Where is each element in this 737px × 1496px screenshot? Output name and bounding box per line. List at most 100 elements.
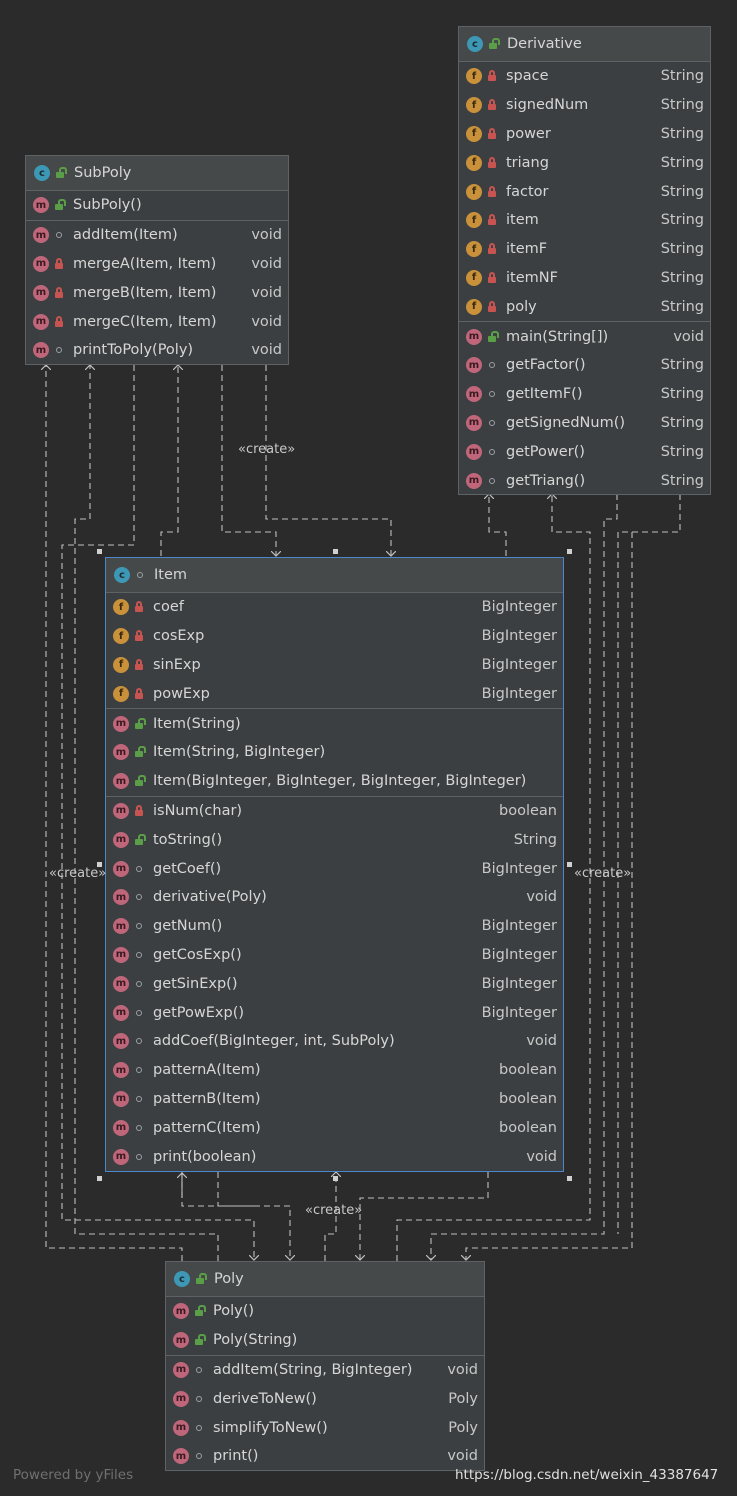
method-row[interactable]: m addCoef(BigInteger, int, SubPoly) void xyxy=(106,1027,563,1056)
method-row[interactable]: m derivative(Poly) void xyxy=(106,883,563,912)
field-row[interactable]: f powExp BigInteger xyxy=(106,679,563,708)
selection-handle[interactable] xyxy=(97,1176,102,1181)
field-row[interactable]: f coef BigInteger xyxy=(106,593,563,622)
field-icon: f xyxy=(466,269,482,286)
method-row[interactable]: m getSinExp() BigInteger xyxy=(106,969,563,998)
member-type: void xyxy=(526,1148,557,1165)
method-row[interactable]: m getCosExp() BigInteger xyxy=(106,941,563,970)
class-node-subpoly[interactable]: c SubPoly m SubPoly() m addItem(Item) void m m… xyxy=(25,155,289,365)
member-name: getCoef() xyxy=(153,860,222,877)
method-row[interactable]: m printToPoly(Poly) void xyxy=(26,336,288,365)
class-node-poly[interactable]: c Poly m Poly() m Poly(String) m addItem(Stri… xyxy=(165,1261,485,1471)
method-row[interactable]: m print() void xyxy=(166,1442,484,1471)
method-row[interactable]: m Item(String) xyxy=(106,709,563,738)
method-row[interactable]: m print(boolean) void xyxy=(106,1142,563,1171)
method-row[interactable]: m Item(String, BigInteger) xyxy=(106,738,563,767)
method-row[interactable]: m addItem(Item) void xyxy=(26,221,288,250)
method-row[interactable]: m SubPoly() xyxy=(26,191,288,220)
method-icon: m xyxy=(113,1004,129,1021)
member-name: printToPoly(Poly) xyxy=(73,342,194,359)
method-row[interactable]: m patternC(Item) boolean xyxy=(106,1113,563,1142)
method-icon: m xyxy=(173,1448,189,1465)
method-row[interactable]: m getSignedNum() String xyxy=(459,409,710,438)
member-name: mergeC(Item, Item) xyxy=(73,313,217,330)
method-row[interactable]: m getTriang() String xyxy=(459,466,710,495)
method-row[interactable]: m getPower() String xyxy=(459,437,710,466)
edge-item-subpoly xyxy=(160,365,178,556)
member-name: triang xyxy=(506,154,549,171)
member-type: void xyxy=(251,284,282,301)
private-icon xyxy=(486,99,498,111)
method-row[interactable]: m simplifyToNew() Poly xyxy=(166,1413,484,1442)
class-header: c Poly xyxy=(166,1262,484,1297)
powered-by-text: Powered by yFiles xyxy=(13,1467,134,1483)
private-icon xyxy=(53,286,65,299)
method-row[interactable]: m Item(BigInteger, BigInteger, BigInteger… xyxy=(106,767,563,796)
method-row[interactable]: m getCoef() BigInteger xyxy=(106,854,563,883)
method-row[interactable]: m Poly() xyxy=(166,1297,484,1326)
method-row[interactable]: m toString() String xyxy=(106,825,563,854)
selection-handle[interactable] xyxy=(333,1176,338,1181)
method-row[interactable]: m mergeA(Item, Item) void xyxy=(26,250,288,279)
class-node-item[interactable]: c Item f coef BigInteger f cosExp BigInteger f… xyxy=(105,557,564,1172)
public-icon xyxy=(133,717,146,730)
field-row[interactable]: f power String xyxy=(459,120,710,149)
member-type: String xyxy=(660,298,704,315)
method-row[interactable]: m getNum() BigInteger xyxy=(106,912,563,941)
method-row[interactable]: m addItem(String, BigInteger) void xyxy=(166,1356,484,1385)
field-icon: f xyxy=(466,97,482,114)
method-row[interactable]: m patternB(Item) boolean xyxy=(106,1085,563,1114)
field-row[interactable]: f space String xyxy=(459,62,710,91)
member-type: String xyxy=(660,357,704,374)
public-icon xyxy=(194,1273,207,1285)
selection-handle[interactable] xyxy=(567,862,572,867)
class-node-derivative[interactable]: c Derivative f space String f signedNum Strin… xyxy=(458,26,711,495)
field-row[interactable]: f poly String xyxy=(459,292,710,321)
selection-handle[interactable] xyxy=(567,549,572,554)
package-icon xyxy=(53,229,65,241)
method-row[interactable]: m main(String[]) void xyxy=(459,322,710,351)
method-icon: m xyxy=(173,1390,189,1407)
selection-handle[interactable] xyxy=(567,1176,572,1181)
method-row[interactable]: m Poly(String) xyxy=(166,1326,484,1355)
member-type: void xyxy=(251,255,282,272)
public-icon xyxy=(133,833,146,846)
field-row[interactable]: f itemNF String xyxy=(459,264,710,293)
package-icon xyxy=(486,475,498,487)
member-type: BigInteger xyxy=(481,946,557,963)
member-name: getCosExp() xyxy=(153,946,242,963)
private-icon xyxy=(133,804,145,817)
member-name: mergeB(Item, Item) xyxy=(73,284,217,301)
member-name: signedNum xyxy=(506,97,589,114)
field-row[interactable]: f itemF String xyxy=(459,235,710,264)
member-type: String xyxy=(513,831,557,848)
field-row[interactable]: f cosExp BigInteger xyxy=(106,622,563,651)
package-icon xyxy=(133,1035,145,1047)
method-row[interactable]: m getFactor() String xyxy=(459,351,710,380)
field-row[interactable]: f signedNum String xyxy=(459,91,710,120)
field-row[interactable]: f factor String xyxy=(459,177,710,206)
method-row[interactable]: m getItemF() String xyxy=(459,380,710,409)
method-row[interactable]: m deriveToNew() Poly xyxy=(166,1384,484,1413)
selection-handle[interactable] xyxy=(333,549,338,554)
method-row[interactable]: m isNum(char) boolean xyxy=(106,797,563,826)
selection-handle[interactable] xyxy=(97,549,102,554)
method-icon: m xyxy=(466,414,482,431)
field-row[interactable]: f triang String xyxy=(459,148,710,177)
method-row[interactable]: m getPowExp() BigInteger xyxy=(106,998,563,1027)
private-icon xyxy=(486,243,498,255)
field-row[interactable]: f sinExp BigInteger xyxy=(106,651,563,680)
member-type: String xyxy=(660,154,704,171)
method-icon: m xyxy=(113,946,129,963)
member-name: getPower() xyxy=(506,443,585,460)
field-row[interactable]: f item String xyxy=(459,206,710,235)
member-type: BigInteger xyxy=(481,918,557,935)
method-row[interactable]: m mergeB(Item, Item) void xyxy=(26,278,288,307)
member-type: boolean xyxy=(499,1090,557,1107)
method-row[interactable]: m patternA(Item) boolean xyxy=(106,1056,563,1085)
member-type: boolean xyxy=(499,802,557,819)
class-header: c SubPoly xyxy=(26,156,288,191)
package-icon xyxy=(133,1122,145,1134)
class-title: SubPoly xyxy=(74,165,132,181)
method-row[interactable]: m mergeC(Item, Item) void xyxy=(26,307,288,336)
